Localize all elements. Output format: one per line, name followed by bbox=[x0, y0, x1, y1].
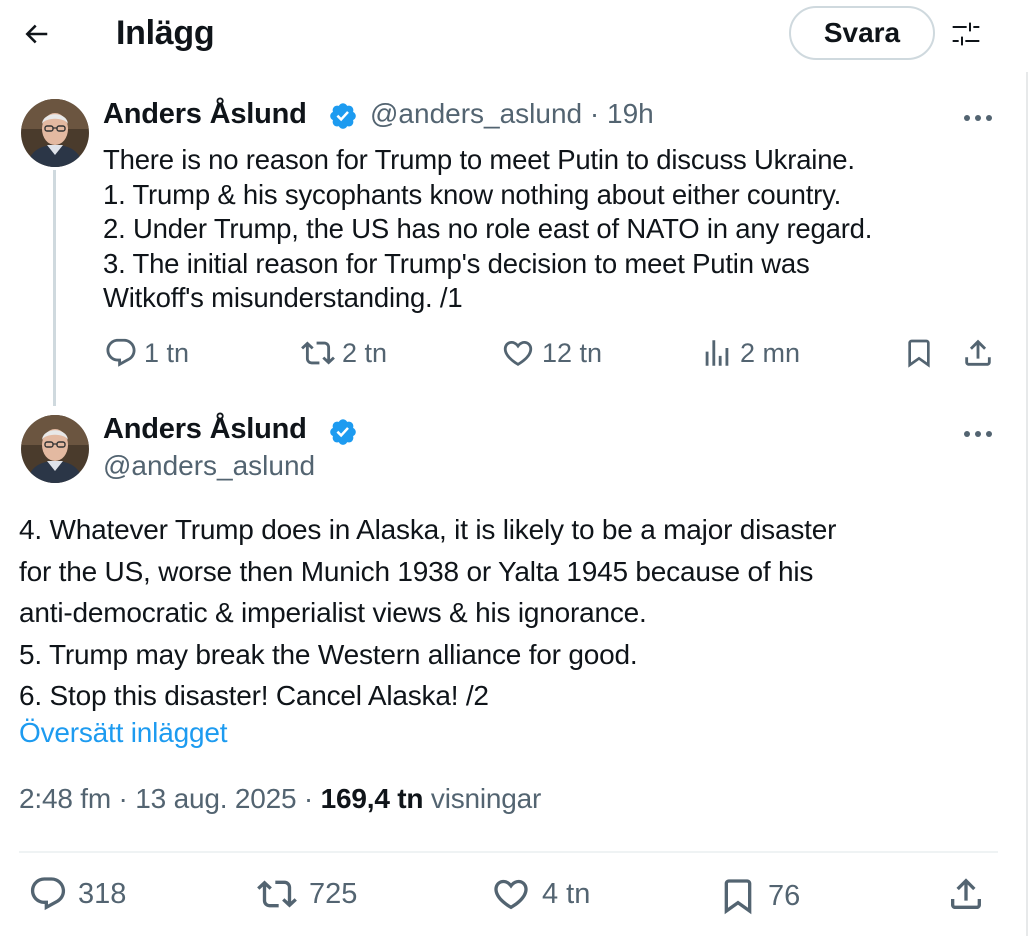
more-icon[interactable] bbox=[958, 103, 998, 133]
share-icon[interactable] bbox=[946, 874, 986, 914]
repost-action[interactable]: 2 tn bbox=[300, 336, 387, 370]
views-label: visningar bbox=[430, 783, 542, 814]
tweet-text: There is no reason for Trump to meet Put… bbox=[103, 144, 873, 313]
tweet-text: 4. Whatever Trump does in Alaska, it is … bbox=[19, 514, 837, 711]
like-icon bbox=[503, 340, 533, 366]
repost-count: 2 tn bbox=[342, 337, 388, 368]
back-arrow-icon bbox=[25, 24, 48, 44]
repost-action[interactable]: 725 bbox=[255, 874, 357, 914]
share-icon[interactable] bbox=[961, 336, 995, 370]
like-count: 12 tn bbox=[542, 337, 603, 368]
repost-icon bbox=[301, 341, 335, 365]
column-border bbox=[1026, 72, 1028, 936]
divider bbox=[19, 851, 998, 853]
author-handle: @anders_aslund bbox=[103, 450, 316, 481]
reply-button[interactable]: Svara bbox=[789, 6, 935, 60]
post-timestamp[interactable]: 2:48 fm · 13 aug. 2025 · bbox=[19, 783, 321, 814]
back-button[interactable] bbox=[14, 12, 58, 56]
page-title: Inlägg bbox=[116, 14, 215, 52]
filter-icon[interactable] bbox=[946, 14, 986, 54]
repost-icon bbox=[257, 880, 297, 908]
author-handle: @anders_aslund · 19h bbox=[370, 98, 654, 129]
more-icon[interactable] bbox=[958, 419, 998, 449]
verified-badge-icon bbox=[328, 101, 358, 131]
avatar[interactable] bbox=[21, 99, 89, 167]
translate-link[interactable]: Översätt inlägget bbox=[19, 717, 227, 749]
like-count: 4 tn bbox=[542, 877, 591, 910]
reply-count: 1 tn bbox=[144, 337, 190, 368]
reply-action[interactable]: 1 tn bbox=[104, 336, 189, 370]
reply-action[interactable]: 318 bbox=[28, 874, 126, 914]
avatar[interactable] bbox=[21, 415, 89, 483]
views-count: 2 mn bbox=[740, 337, 801, 368]
thread-line bbox=[53, 170, 56, 406]
views-icon bbox=[705, 340, 729, 366]
like-action[interactable]: 12 tn bbox=[500, 336, 602, 370]
repost-count: 725 bbox=[309, 877, 358, 910]
like-action[interactable]: 4 tn bbox=[490, 874, 590, 914]
bookmark-icon bbox=[724, 879, 752, 915]
verified-badge-icon bbox=[328, 417, 358, 447]
bookmark-icon[interactable] bbox=[903, 336, 935, 370]
author-name[interactable]: Anders Åslund bbox=[103, 98, 307, 131]
bookmark-count: 76 bbox=[768, 879, 801, 912]
post-time: 19h bbox=[607, 98, 654, 129]
views-action[interactable]: 2 mn bbox=[700, 336, 800, 370]
like-icon bbox=[494, 879, 528, 910]
reply-count: 318 bbox=[78, 877, 127, 910]
author-name[interactable]: Anders Åslund bbox=[103, 413, 307, 446]
post-metadata: 2:48 fm · 13 aug. 2025 · 169,4 tn visnin… bbox=[19, 783, 541, 815]
views-total: 169,4 tn bbox=[320, 783, 424, 814]
reply-icon bbox=[30, 877, 66, 911]
reply-icon bbox=[106, 338, 136, 367]
bookmark-action[interactable]: 76 bbox=[718, 874, 800, 918]
